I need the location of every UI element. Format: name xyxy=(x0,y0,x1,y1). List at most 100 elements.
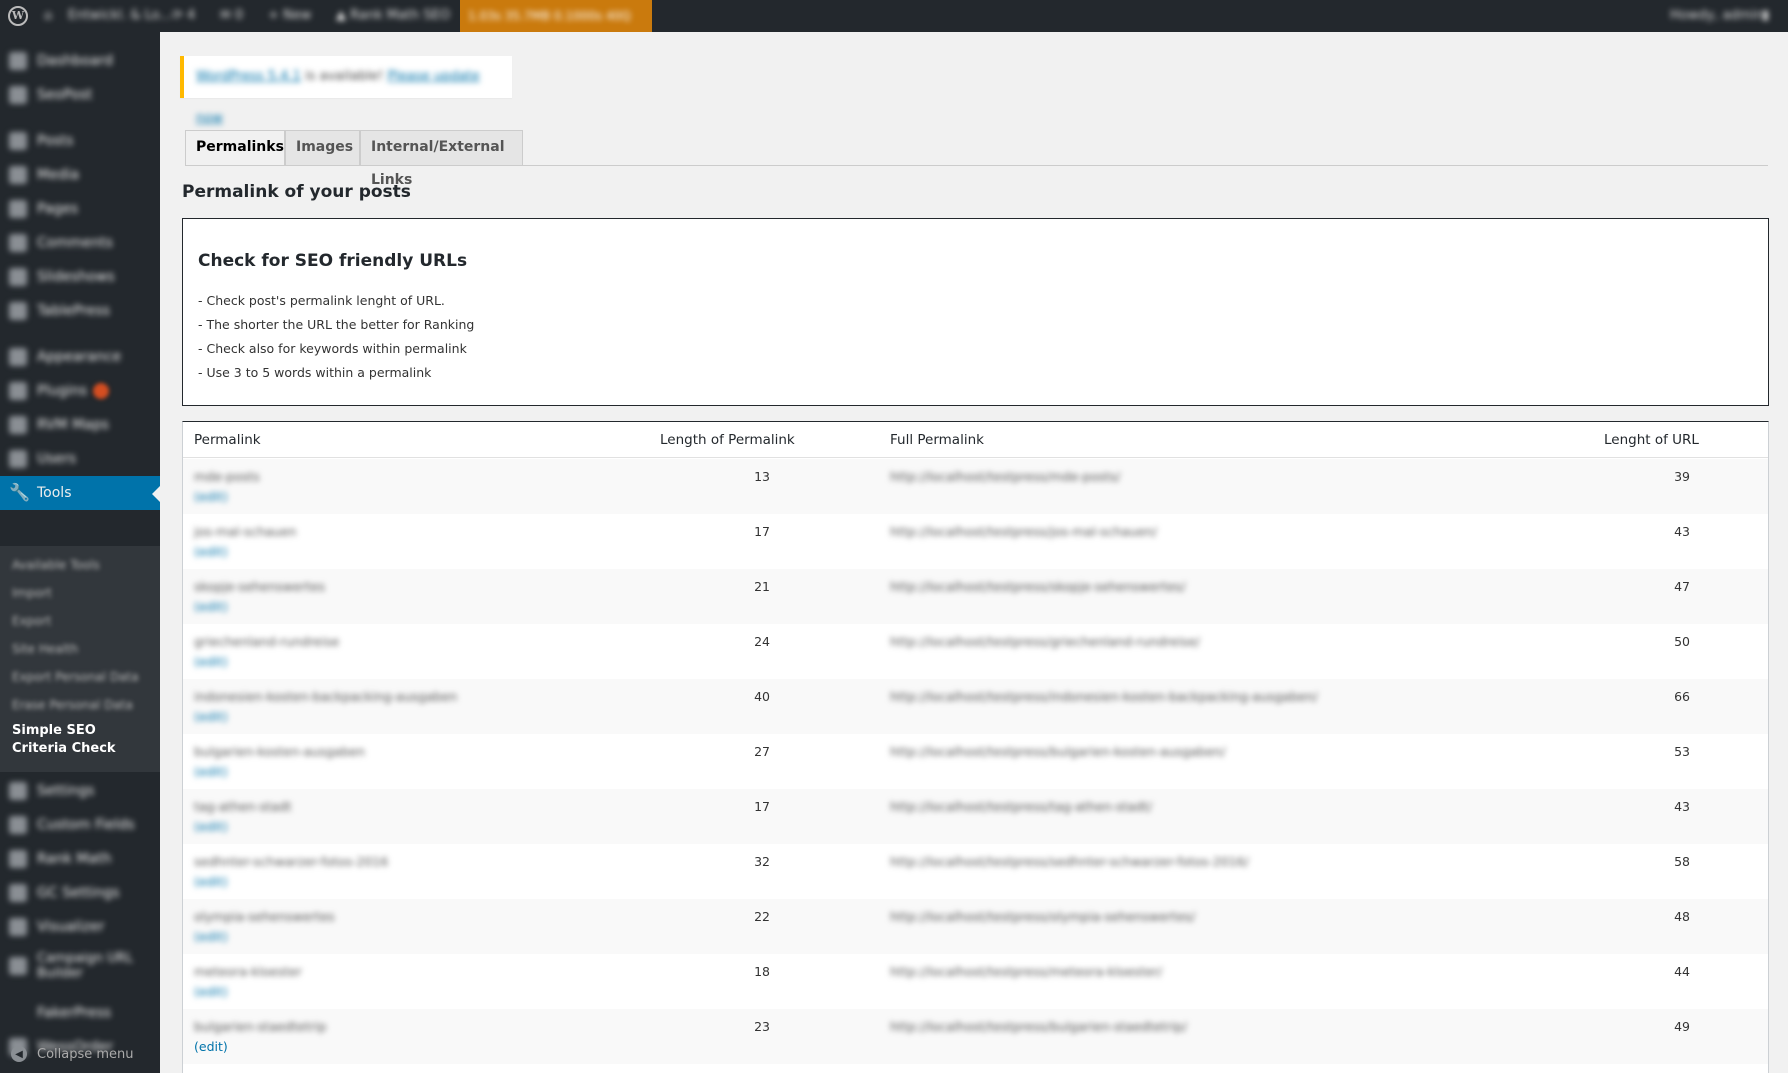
submenu-erase-personal-data[interactable]: Erase Personal Data xyxy=(12,698,133,712)
edit-link[interactable]: (edit) xyxy=(194,764,228,779)
sidebar-item-rank-math[interactable]: Rank Math xyxy=(0,842,160,876)
sidebar-item-appearance[interactable]: Appearance xyxy=(0,340,160,374)
table-row: jos-mal-schauen (edit) 17 http://localhost/… xyxy=(183,514,1768,569)
wordpress-logo-icon[interactable]: W xyxy=(6,0,30,32)
sidebar-item-settings[interactable]: Settings xyxy=(0,774,160,808)
edit-link[interactable]: (edit) xyxy=(194,599,228,614)
submenu-export-personal-data[interactable]: Export Personal Data xyxy=(12,670,139,684)
rank-math-icon xyxy=(9,850,27,868)
updates-link[interactable]: ⟳ 4 xyxy=(172,0,195,32)
tab-internal-external-links[interactable]: Internal/External Links xyxy=(360,130,523,188)
chart-icon: ▲ xyxy=(336,8,351,23)
home-icon[interactable]: ⌂ xyxy=(44,0,52,32)
avatar[interactable]: ▮ xyxy=(1762,0,1769,32)
url-length: 44 xyxy=(1674,964,1690,979)
edit-link[interactable]: (edit) xyxy=(194,489,228,504)
update-notice: WordPress 5.4.1 is available! Please upd… xyxy=(180,56,512,126)
header-length-of-permalink: Length of Permalink xyxy=(660,432,795,448)
url-length: 48 xyxy=(1674,909,1690,924)
info-line: - The shorter the URL the better for Ran… xyxy=(198,317,475,332)
wrench-icon: 🔧 xyxy=(9,483,31,503)
brush-icon xyxy=(9,348,27,366)
howdy-account[interactable]: Howdy, admin xyxy=(1670,0,1763,32)
sidebar-item-fakerpress[interactable]: FakerPress xyxy=(0,996,160,1030)
edit-link[interactable]: (edit) xyxy=(194,874,228,889)
comments-link[interactable]: ✉ 0 xyxy=(220,0,243,32)
table-row: bulgarien-kosten-ausgaben (edit) 27 http://… xyxy=(183,734,1768,789)
sidebar-item-comments[interactable]: Comments xyxy=(0,226,160,260)
slideshow-icon xyxy=(9,268,27,286)
edit-link[interactable]: (edit) xyxy=(194,709,228,724)
submenu-site-health[interactable]: Site Health xyxy=(12,642,78,656)
sidebar-item-users[interactable]: Users xyxy=(0,442,160,476)
submenu-import[interactable]: Import xyxy=(12,586,52,600)
seopost-icon xyxy=(9,86,27,104)
settings-icon xyxy=(9,782,27,800)
tab-divider xyxy=(185,165,1768,166)
table-row: meteora-kloester (edit) 18 http://localhost… xyxy=(183,954,1768,1009)
edit-link[interactable]: (edit) xyxy=(194,929,228,944)
url-length: 43 xyxy=(1674,524,1690,539)
fakerpress-icon xyxy=(9,1004,27,1022)
table-row: sedhnter-schwarzer-fotos-2016 (edit) 32 htt… xyxy=(183,844,1768,899)
edit-link[interactable]: (edit) xyxy=(194,544,228,559)
edit-link[interactable]: (edit) xyxy=(194,654,228,669)
header-length-of-url: Lenght of URL xyxy=(1604,432,1699,448)
edit-link[interactable]: (edit) xyxy=(194,1039,228,1054)
edit-link[interactable]: (edit) xyxy=(194,819,228,834)
campaign-icon xyxy=(9,957,27,975)
plugin-icon xyxy=(9,382,27,400)
sidebar-item-plugins[interactable]: Plugins xyxy=(0,374,160,408)
submenu-simple-seo-criteria-check[interactable]: Simple SEO Criteria Check xyxy=(12,722,152,758)
info-box-title: Check for SEO friendly URLs xyxy=(198,251,468,271)
wordpress-version-link[interactable]: WordPress 5.4.1 xyxy=(196,69,301,84)
submenu-export[interactable]: Export xyxy=(12,614,51,628)
site-name-link[interactable]: Entwickl. & Lo... xyxy=(68,0,172,32)
query-monitor-stats[interactable]: 1.03s 35.7MB 0.1000s 40Q xyxy=(460,0,652,32)
fields-icon xyxy=(9,816,27,834)
submenu-available-tools[interactable]: Available Tools xyxy=(12,558,100,572)
url-length: 58 xyxy=(1674,854,1690,869)
url-length: 47 xyxy=(1674,579,1690,594)
sidebar-item-pages[interactable]: Pages xyxy=(0,192,160,226)
sidebar-item-gc-settings[interactable]: GC Settings xyxy=(0,876,160,910)
sidebar-item-visualizer[interactable]: Visualizer xyxy=(0,910,160,944)
notice-text: is available! xyxy=(304,69,384,84)
table-row: mde-posts (edit) 13 http://localhost/testpr… xyxy=(183,459,1768,514)
sidebar-item-campaign-url-builder[interactable]: Campaign URL Builder xyxy=(0,944,160,988)
header-full-permalink: Full Permalink xyxy=(890,432,984,448)
sidebar-item-tablepress[interactable]: TablePress xyxy=(0,294,160,328)
sidebar-item-dashboard[interactable]: Dashboard xyxy=(0,44,160,78)
pages-icon xyxy=(9,200,27,218)
table-row: tag-athen-stadt (edit) 17 http://localhost/… xyxy=(183,789,1768,844)
pin-icon xyxy=(9,132,27,150)
header-permalink: Permalink xyxy=(194,432,261,448)
url-length: 50 xyxy=(1674,634,1690,649)
table-header: Permalink Length of Permalink Full Perma… xyxy=(183,422,1768,458)
sidebar-item-seopost[interactable]: SeoPost xyxy=(0,78,160,112)
url-length: 49 xyxy=(1674,1019,1690,1034)
tools-submenu: Available Tools Import Export Site Healt… xyxy=(0,546,160,772)
gc-icon xyxy=(9,884,27,902)
url-length: 53 xyxy=(1674,744,1690,759)
map-icon xyxy=(9,416,27,434)
table-row: skopje-sehenswertes (edit) 21 http://localh… xyxy=(183,569,1768,624)
sidebar-item-custom-fields[interactable]: Custom Fields xyxy=(0,808,160,842)
rank-math-link[interactable]: ▲ Rank Math SEO xyxy=(336,0,450,32)
tab-permalinks[interactable]: Permalinks xyxy=(185,130,285,166)
sidebar-item-media[interactable]: Media xyxy=(0,158,160,192)
sidebar-item-slideshows[interactable]: Slideshows xyxy=(0,260,160,294)
info-line: - Use 3 to 5 words within a permalink xyxy=(198,365,432,380)
sidebar-item-posts[interactable]: Posts xyxy=(0,124,160,158)
seo-info-box: Check for SEO friendly URLs - Check post… xyxy=(182,218,1769,406)
sidebar-item-rvm-maps[interactable]: RVM Maps xyxy=(0,408,160,442)
update-count-badge xyxy=(93,383,110,399)
users-icon xyxy=(9,450,27,468)
edit-link[interactable]: (edit) xyxy=(194,984,228,999)
collapse-menu-button[interactable]: ◀ Collapse menu xyxy=(0,1042,160,1066)
sidebar-item-tools[interactable]: 🔧 Tools xyxy=(0,476,160,510)
new-content-link[interactable]: + New xyxy=(268,0,311,32)
tab-images[interactable]: Images xyxy=(285,130,360,165)
permalink-table: Permalink Length of Permalink Full Perma… xyxy=(182,421,1769,1073)
comment-icon: ✉ xyxy=(220,8,236,23)
